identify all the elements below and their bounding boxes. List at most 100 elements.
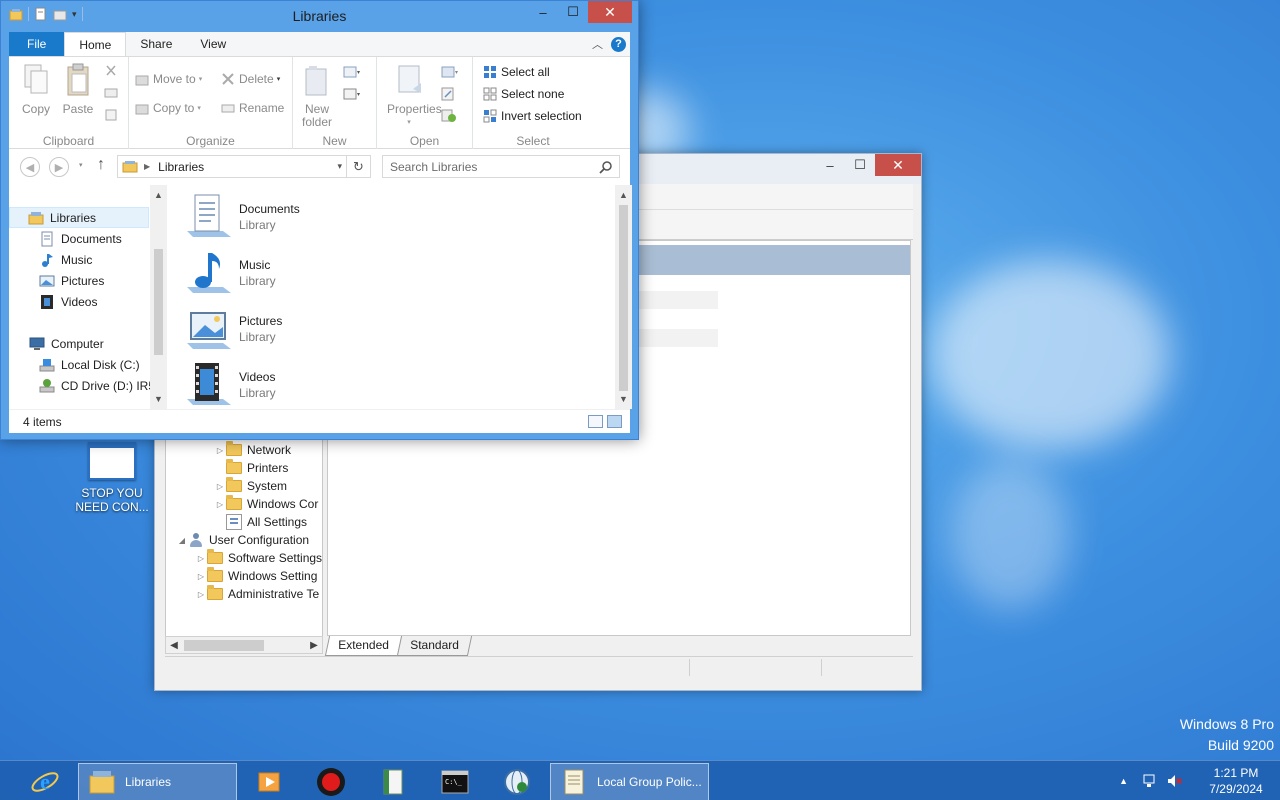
minimize-button[interactable]: – (528, 1, 558, 23)
explorer-window[interactable]: ▾ Libraries – ☐ ✕ File Home Share View ︿… (0, 0, 639, 440)
minimize-ribbon-icon[interactable]: ︿ (592, 36, 603, 52)
tree-item-all-settings[interactable]: All Settings (214, 513, 307, 531)
back-button[interactable]: ◀ (20, 157, 40, 177)
open-icon[interactable] (441, 65, 459, 79)
tab-extended[interactable]: Extended (324, 636, 402, 656)
library-item-videos[interactable]: Videos Library (183, 359, 276, 409)
file-list[interactable]: Documents Library Music Library Pictures… (167, 185, 632, 409)
scroll-up-button[interactable]: ▲ (615, 187, 632, 203)
new-folder-button[interactable]: New folder (297, 63, 337, 129)
scrollbar-thumb[interactable] (184, 640, 264, 651)
tree-item-network[interactable]: ▷ Network (214, 441, 291, 459)
details-view-icon[interactable] (588, 415, 603, 428)
taskbar-libraries[interactable]: Libraries (78, 763, 237, 800)
rename-button[interactable]: Rename (221, 101, 284, 115)
edit-icon[interactable] (441, 87, 455, 101)
maximize-button[interactable]: ☐ (558, 1, 588, 23)
minimize-button[interactable]: – (815, 154, 845, 176)
tab-share[interactable]: Share (126, 32, 186, 56)
explorer-titlebar[interactable]: ▾ Libraries – ☐ ✕ (1, 1, 638, 31)
copy-path-icon[interactable] (104, 87, 118, 99)
easy-access-icon[interactable] (343, 87, 361, 101)
delete-button[interactable]: Delete ▾ (221, 72, 280, 86)
tree-item-software-settings[interactable]: ▷ Software Settings (195, 549, 322, 567)
scroll-up-button[interactable]: ▲ (150, 187, 167, 203)
close-button[interactable]: ✕ (875, 154, 921, 176)
nav-item-libraries[interactable]: Libraries (9, 207, 149, 228)
nav-item-documents[interactable]: Documents (9, 228, 149, 249)
navigation-pane[interactable]: Libraries Documents Music Pictures Video… (9, 185, 167, 409)
expand-arrow-icon[interactable]: ▷ (195, 572, 207, 581)
tree-item-system[interactable]: ▷ System (214, 477, 287, 495)
scrollbar-thumb[interactable] (154, 249, 163, 355)
tree-item-user-configuration[interactable]: ◢ User Configuration (176, 531, 309, 549)
scroll-down-button[interactable]: ▼ (615, 391, 632, 407)
nav-item-cd-drive[interactable]: CD Drive (D:) IR5_ (9, 375, 162, 396)
help-icon[interactable]: ? (611, 36, 626, 52)
invert-selection-button[interactable]: Invert selection (483, 109, 582, 123)
up-button[interactable]: ↑ (97, 156, 105, 174)
move-to-button[interactable]: Move to ▾ (135, 72, 202, 86)
volume-muted-icon[interactable] (1166, 773, 1182, 789)
paste-button[interactable]: Paste (58, 63, 98, 116)
history-icon[interactable] (441, 109, 457, 123)
tree-item-windows-settings[interactable]: ▷ Windows Setting (195, 567, 317, 585)
tree-item-administrative-templates[interactable]: ▷ Administrative Te (195, 585, 319, 603)
library-item-pictures[interactable]: Pictures Library (183, 303, 282, 355)
close-button[interactable]: ✕ (588, 1, 632, 23)
copy-to-button[interactable]: Copy to ▾ (135, 101, 201, 115)
tab-home[interactable]: Home (64, 32, 127, 56)
nav-item-local-disk[interactable]: Local Disk (C:) (9, 354, 149, 375)
file-list-scrollbar[interactable]: ▲ ▼ (615, 185, 632, 409)
desktop-shortcut[interactable]: STOP YOU NEED CON... (72, 442, 152, 514)
forward-button[interactable]: ▶ (49, 157, 69, 177)
new-item-icon[interactable] (343, 65, 361, 79)
tab-file[interactable]: File (9, 32, 65, 56)
nav-item-pictures[interactable]: Pictures (9, 270, 149, 291)
large-icons-view-icon[interactable] (607, 415, 622, 428)
expand-arrow-icon[interactable]: ▷ (214, 446, 226, 455)
library-item-documents[interactable]: Documents Library (183, 191, 300, 243)
scroll-down-button[interactable]: ▼ (150, 391, 167, 407)
taskbar-media-player[interactable] (246, 763, 292, 800)
select-all-button[interactable]: Select all (483, 65, 550, 79)
nav-item-computer[interactable]: Computer (9, 333, 149, 354)
taskbar-local-group-policy[interactable]: Local Group Polic... (550, 763, 709, 800)
nav-item-music[interactable]: Music (9, 249, 149, 270)
select-none-button[interactable]: Select none (483, 87, 564, 101)
show-hidden-icons-icon[interactable]: ▲ (1119, 776, 1128, 786)
search-icon[interactable] (599, 160, 613, 174)
tree-item-windows-components[interactable]: ▷ Windows Cor (214, 495, 318, 513)
recent-locations-icon[interactable]: ▾ (79, 161, 83, 169)
taskbar-internet-explorer[interactable]: e (22, 763, 68, 800)
address-dropdown-icon[interactable]: ▾ (337, 161, 342, 172)
navigation-pane-scrollbar[interactable]: ▲ ▼ (150, 185, 167, 409)
expand-arrow-icon[interactable]: ▷ (214, 482, 226, 491)
properties-button[interactable]: Properties ▾ (387, 63, 442, 129)
tab-view[interactable]: View (186, 32, 240, 56)
tab-standard[interactable]: Standard (396, 636, 472, 656)
refresh-button[interactable]: ↻ (346, 156, 370, 177)
nav-item-videos[interactable]: Videos (9, 291, 149, 312)
taskbar-command-prompt[interactable]: C:\_ (432, 763, 478, 800)
scrollbar-thumb[interactable] (619, 205, 628, 391)
search-input[interactable]: Search Libraries (382, 155, 620, 178)
tree-item-printers[interactable]: Printers (214, 459, 288, 477)
scroll-right-button[interactable]: ▶ (306, 637, 322, 653)
paste-shortcut-icon[interactable] (105, 109, 117, 121)
maximize-button[interactable]: ☐ (845, 154, 875, 176)
scroll-left-button[interactable]: ◀ (166, 637, 182, 653)
cut-icon[interactable] (105, 65, 117, 77)
copy-button[interactable]: Copy (16, 63, 56, 116)
library-item-music[interactable]: Music Library (183, 247, 276, 299)
taskbar-notepad[interactable] (370, 763, 416, 800)
expand-arrow-icon[interactable]: ▷ (195, 554, 207, 563)
horizontal-scrollbar[interactable]: ◀ ▶ (165, 636, 323, 654)
network-icon[interactable] (1142, 773, 1158, 789)
collapse-arrow-icon[interactable]: ◢ (176, 536, 188, 545)
clock[interactable]: 1:21 PM 7/29/2024 (1196, 765, 1276, 797)
taskbar-recorder[interactable] (308, 763, 354, 800)
breadcrumb-separator-icon[interactable]: ▶ (144, 162, 150, 171)
expand-arrow-icon[interactable]: ▷ (195, 590, 207, 599)
expand-arrow-icon[interactable]: ▷ (214, 500, 226, 509)
